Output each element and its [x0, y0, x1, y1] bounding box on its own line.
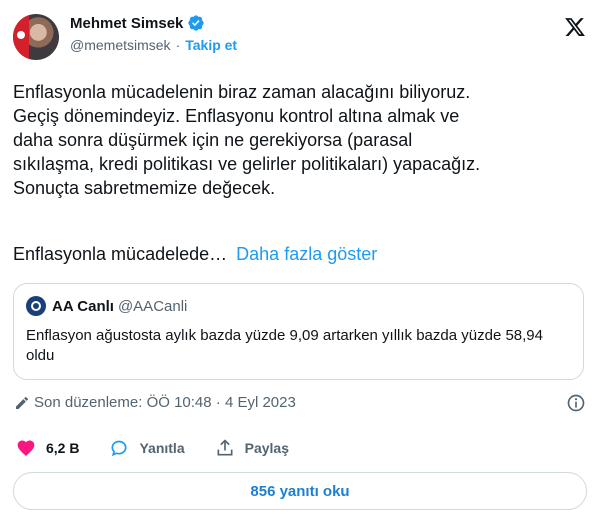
share-label: Paylaş	[244, 440, 289, 456]
edited-timestamp: Son düzenleme: ÖÖ 10:48 · 4 Eyl 2023	[34, 394, 296, 411]
tweet-text: Enflasyonla mücadelenin biraz zaman alac…	[13, 82, 481, 198]
separator-dot: ·	[175, 37, 181, 53]
quoted-tweet[interactable]: AA Canlı @AACanli Enflasyon ağustosta ay…	[13, 283, 584, 380]
flag-icon	[13, 14, 29, 60]
tweet-truncated-text: Enflasyonla mücadelede…	[13, 244, 228, 264]
author-name[interactable]: Mehmet Simsek	[70, 15, 183, 32]
verified-badge-icon	[188, 15, 205, 31]
action-bar: 6,2 B Yanıtla Paylaş	[16, 438, 319, 458]
reply-button[interactable]: Yanıtla	[109, 438, 185, 458]
quoted-tweet-header: AA Canlı @AACanli	[26, 296, 187, 316]
heart-icon	[17, 440, 35, 456]
share-button[interactable]: Paylaş	[215, 438, 289, 458]
quoted-avatar	[26, 296, 46, 316]
avatar[interactable]	[13, 14, 59, 60]
follow-button[interactable]: Takip et	[185, 37, 237, 53]
tweet-card: Mehmet Simsek @memetsimsek · Takip et En…	[0, 0, 600, 522]
author-name-row: Mehmet Simsek	[70, 14, 205, 32]
tweet-truncated-line: Enflasyonla mücadelede… Daha fazla göste…	[13, 242, 377, 266]
like-count: 6,2 B	[46, 440, 80, 456]
info-icon[interactable]	[566, 393, 586, 413]
share-icon	[217, 439, 233, 456]
show-more-link[interactable]: Daha fazla göster	[236, 244, 377, 264]
quoted-tweet-text: Enflasyon ağustosta aylık bazda yüzde 9,…	[26, 327, 543, 364]
quoted-author-handle: @AACanli	[117, 297, 188, 315]
read-replies-button[interactable]: 856 yanıtı oku	[13, 472, 587, 510]
like-button[interactable]: 6,2 B	[16, 438, 79, 458]
reply-icon	[111, 440, 127, 457]
pencil-icon	[16, 396, 29, 409]
edited-info[interactable]: Son düzenleme: ÖÖ 10:48 · 4 Eyl 2023	[14, 394, 296, 411]
author-handle-row: @memetsimsek · Takip et	[70, 37, 237, 53]
x-logo-icon[interactable]	[564, 16, 586, 38]
reply-label: Yanıtla	[139, 440, 185, 456]
quoted-author-name: AA Canlı	[52, 297, 114, 315]
author-handle[interactable]: @memetsimsek	[70, 37, 171, 53]
